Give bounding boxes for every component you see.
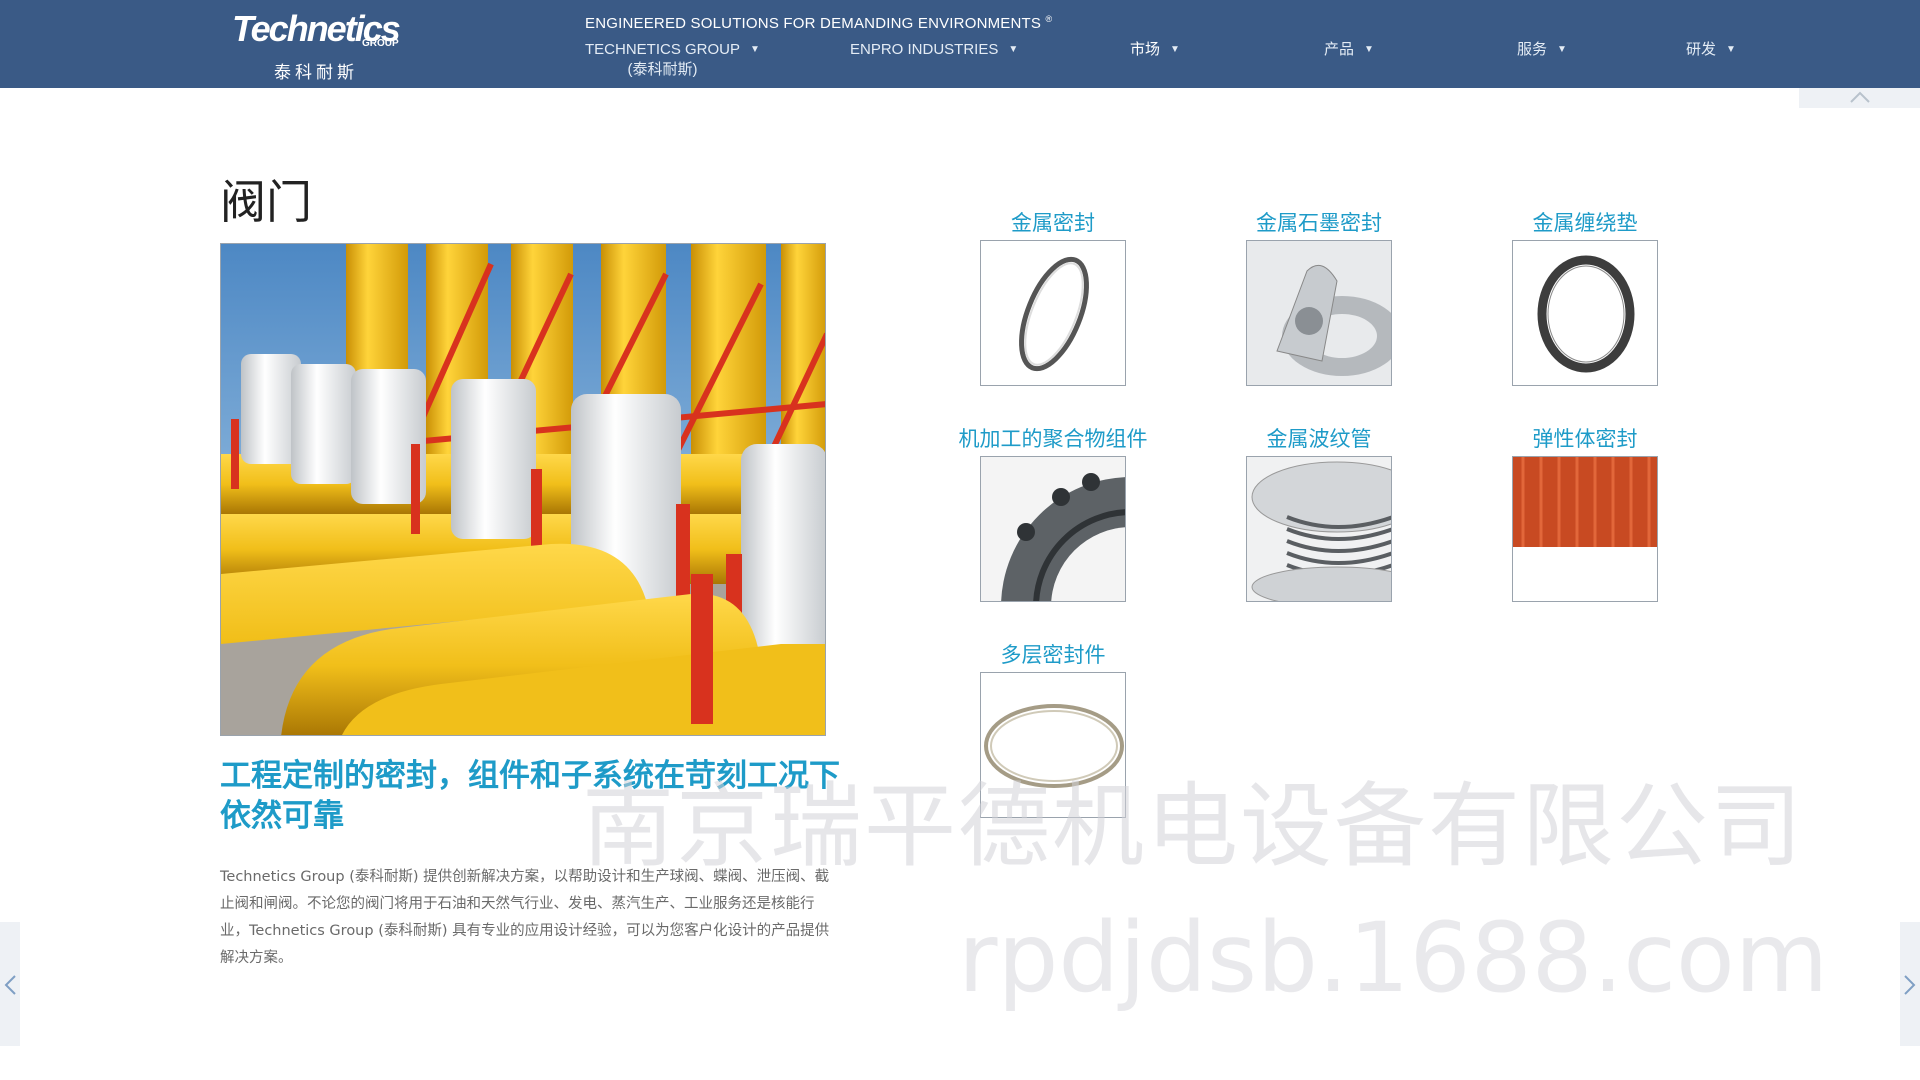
product-spiral-wound-gasket[interactable]: 金属缠绕垫 bbox=[1485, 208, 1685, 386]
brand-logo[interactable]: Technetics GROUP 泰科耐斯 bbox=[232, 6, 402, 84]
top-nav-bar: Technetics GROUP 泰科耐斯 ENGINEERED SOLUTIO… bbox=[0, 0, 1920, 88]
nav-label: 研发 bbox=[1686, 41, 1717, 58]
product-name: 多层密封件 bbox=[1000, 643, 1106, 667]
nav-label: 市场 bbox=[1130, 41, 1161, 58]
elastomer-seals-icon bbox=[1512, 456, 1658, 602]
product-metal-bellows[interactable]: 金属波纹管 bbox=[1219, 424, 1419, 602]
nav-markets[interactable]: 市场 ▼ bbox=[1130, 40, 1180, 60]
nav-products[interactable]: 产品 ▼ bbox=[1324, 40, 1374, 60]
nav-enpro-industries[interactable]: ENPRO INDUSTRIES ▼ bbox=[850, 40, 1018, 60]
chevron-up-icon bbox=[1850, 91, 1870, 103]
product-name: 弹性体密封 bbox=[1532, 427, 1638, 451]
logo-group-label: GROUP bbox=[362, 38, 399, 49]
product-metal-graphite-seal[interactable]: 金属石墨密封 bbox=[1219, 208, 1419, 386]
machined-polymer-part-icon bbox=[980, 456, 1126, 602]
chevron-right-icon bbox=[1904, 975, 1916, 995]
product-elastomer-seals[interactable]: 弹性体密封 bbox=[1485, 424, 1685, 602]
graphite-seal-icon bbox=[1246, 240, 1392, 386]
spiral-wound-gasket-icon bbox=[1512, 240, 1658, 386]
logo-chinese-name: 泰科耐斯 bbox=[274, 63, 358, 83]
page-title: 阀门 bbox=[220, 175, 312, 229]
back-to-top-button[interactable] bbox=[1799, 88, 1920, 108]
product-name: 机加工的聚合物组件 bbox=[958, 427, 1148, 451]
next-page-arrow[interactable] bbox=[1900, 922, 1920, 1046]
caret-down-icon: ▼ bbox=[750, 44, 760, 55]
product-metal-seal[interactable]: 金属密封 bbox=[953, 208, 1153, 386]
product-name: 金属密封 bbox=[1011, 211, 1095, 235]
nav-sublabel: (泰科耐斯) bbox=[627, 61, 698, 78]
valve-pipeline-photo bbox=[220, 243, 826, 736]
nav-label: 产品 bbox=[1324, 41, 1355, 58]
header-tagline: ENGINEERED SOLUTIONS FOR DEMANDING ENVIR… bbox=[585, 14, 1052, 32]
registered-mark: ® bbox=[1045, 14, 1053, 24]
metal-seal-ring-icon bbox=[980, 240, 1126, 386]
caret-down-icon: ▼ bbox=[1364, 44, 1374, 55]
caret-down-icon: ▼ bbox=[1557, 44, 1567, 55]
nav-label: TECHNETICS GROUP bbox=[585, 41, 741, 58]
product-name: 金属石墨密封 bbox=[1256, 211, 1382, 235]
metal-bellows-icon bbox=[1246, 456, 1392, 602]
caret-down-icon: ▼ bbox=[1170, 44, 1180, 55]
nav-research[interactable]: 研发 ▼ bbox=[1686, 40, 1736, 60]
nav-services[interactable]: 服务 ▼ bbox=[1517, 40, 1567, 60]
caret-down-icon: ▼ bbox=[1008, 44, 1019, 55]
caret-down-icon: ▼ bbox=[1726, 44, 1736, 55]
nav-label: ENPRO INDUSTRIES bbox=[850, 41, 999, 58]
watermark-company-name: 南京瑞平德机电设备有限公司 bbox=[582, 773, 1805, 880]
product-name: 金属缠绕垫 bbox=[1532, 211, 1638, 235]
prev-page-arrow[interactable] bbox=[0, 922, 20, 1046]
pipeline-illustration bbox=[221, 244, 825, 735]
tagline-text: ENGINEERED SOLUTIONS FOR DEMANDING ENVIR… bbox=[585, 15, 1042, 32]
nav-label: 服务 bbox=[1517, 41, 1548, 58]
product-name: 金属波纹管 bbox=[1266, 427, 1372, 451]
chevron-left-icon bbox=[4, 975, 16, 995]
product-machined-polymer-components[interactable]: 机加工的聚合物组件 bbox=[953, 424, 1153, 602]
watermark-store-url: rpdjdsb.1688.com bbox=[958, 902, 1829, 1014]
nav-technetics-group[interactable]: TECHNETICS GROUP (泰科耐斯) ▼ bbox=[585, 40, 760, 80]
